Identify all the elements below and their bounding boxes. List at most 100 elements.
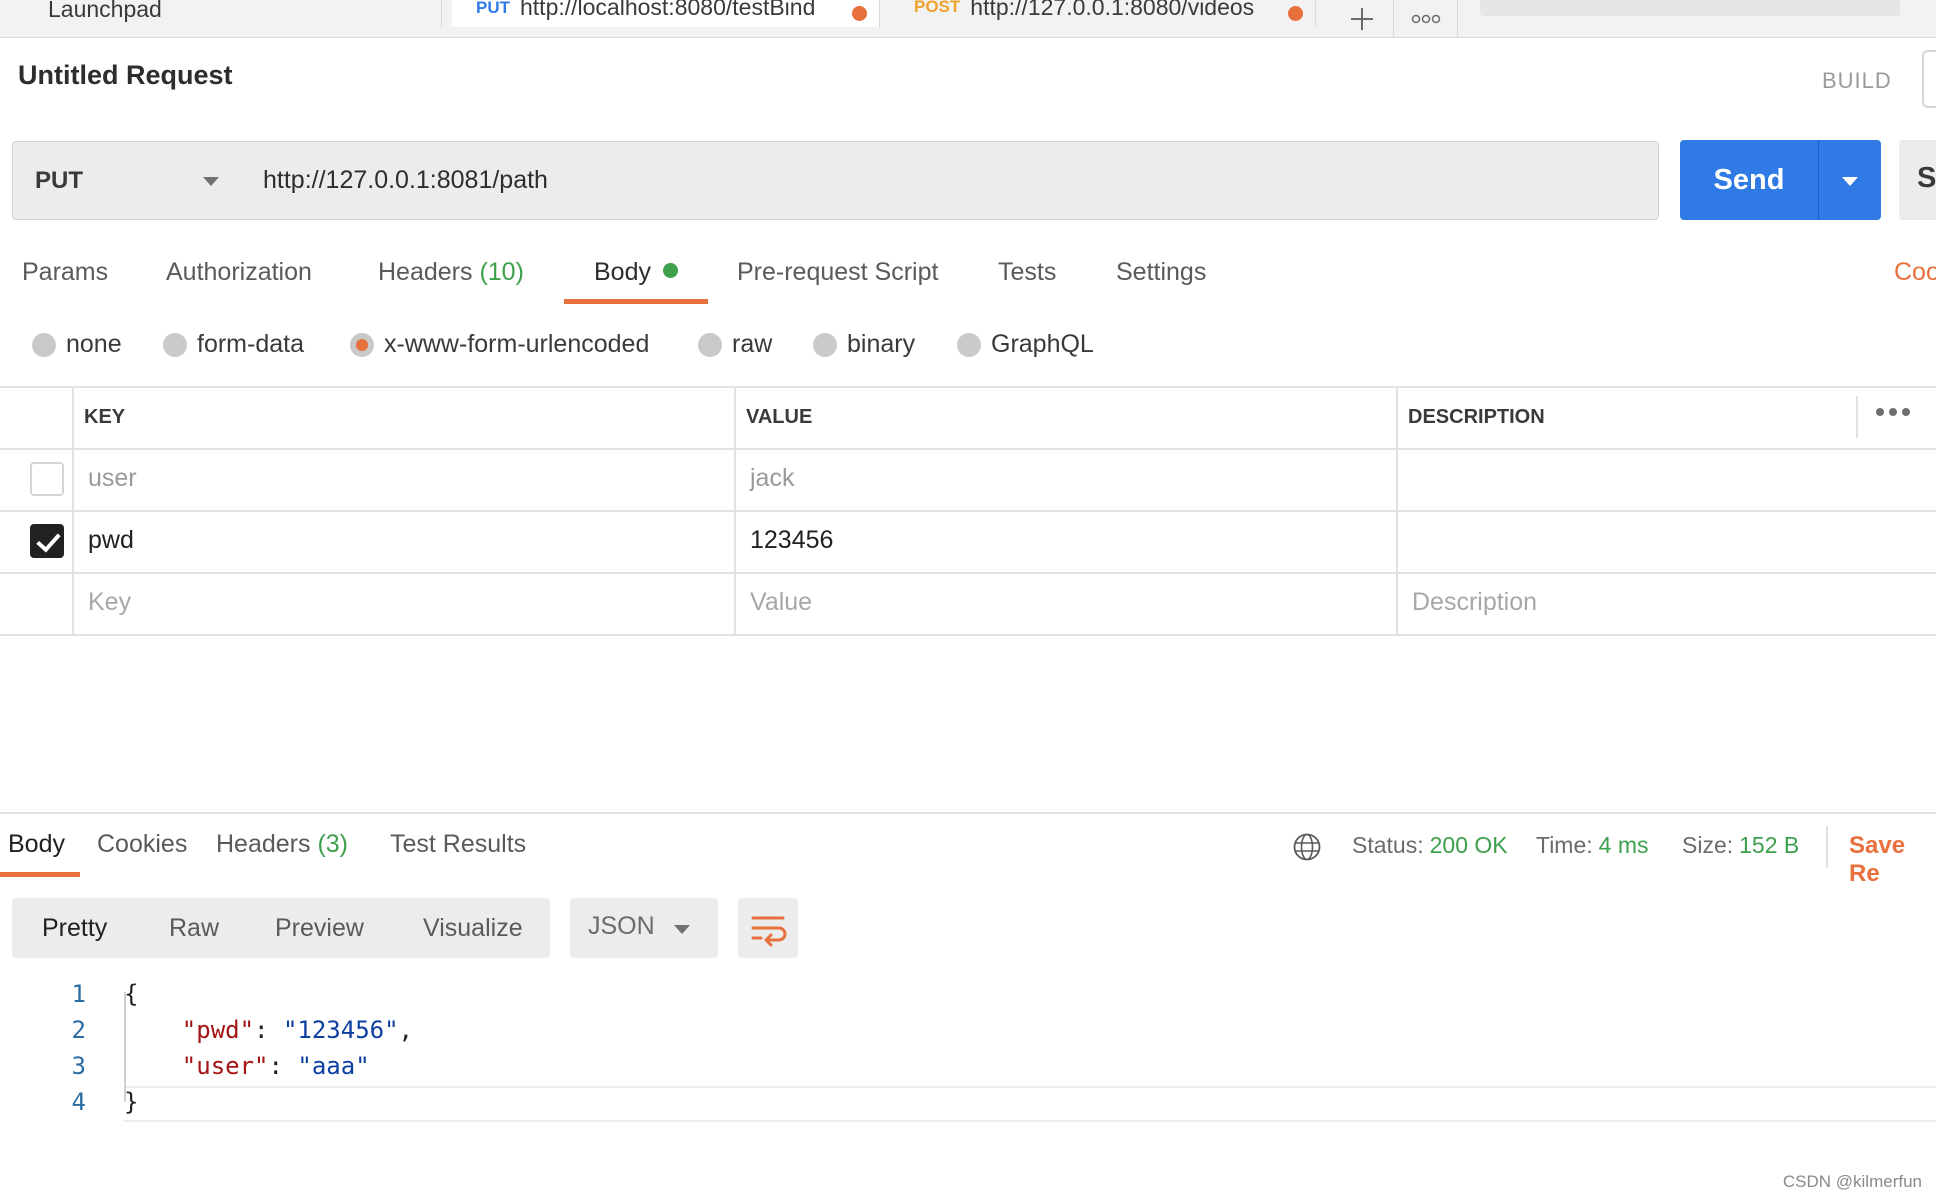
radio-label: binary [847,330,916,358]
tab-pre-request-script[interactable]: Pre-request Script [737,258,938,287]
json-string: "123456" [282,1016,399,1044]
tab-label: Headers [378,258,473,286]
active-tab-indicator [564,299,708,304]
wrap-lines-button[interactable] [738,898,798,958]
tab-label: Launchpad [48,0,162,22]
indent-guide [124,992,126,1102]
value-field[interactable]: 123456 [750,526,833,555]
save-button[interactable]: Sa [1899,140,1936,220]
tab-post-videos[interactable]: POST http://127.0.0.1:8080/videos [886,0,1316,26]
more-icon[interactable] [1876,408,1910,416]
method-select[interactable]: PUT [12,141,244,220]
radio-graphql[interactable]: GraphQL [957,330,1094,359]
divider [734,386,736,636]
tab-headers[interactable]: Headers (10) [378,258,524,287]
radio-form-data[interactable]: form-data [163,330,304,359]
view-mode-switcher: Pretty Raw Preview Visualize [12,898,550,958]
view-raw[interactable]: Raw [169,898,219,958]
value-field[interactable]: jack [750,464,794,493]
radio-selected-icon [350,332,374,357]
status-label: Status: [1352,832,1424,858]
tab-put-testbind[interactable]: PUT http://localhost:8080/testBind [452,0,880,27]
tab-label: Cookies [97,830,188,858]
active-tab-indicator [0,872,80,877]
tab-method: POST [914,0,961,16]
key-placeholder[interactable]: Key [88,588,131,617]
mode-toggle[interactable] [1922,50,1936,108]
column-header-value: VALUE [746,406,813,428]
divider [0,448,1936,450]
brace: } [124,1088,139,1116]
json-key: "pwd" [181,1016,255,1044]
code-line: { [124,980,138,1008]
view-pretty[interactable]: Pretty [42,898,107,958]
view-visualize[interactable]: Visualize [423,898,523,958]
tab-label: Tests [998,258,1057,286]
tab-body[interactable]: Body [594,258,678,287]
tab-tests[interactable]: Tests [998,258,1056,287]
column-header-description: DESCRIPTION [1408,406,1545,428]
cookies-link[interactable]: Coo [1894,258,1936,287]
key-field[interactable]: user [88,464,137,493]
response-tab-cookies[interactable]: Cookies [97,830,187,859]
radio-icon [957,332,981,357]
row-checkbox-checked[interactable] [30,524,64,558]
tab-label: Pre-request Script [737,258,939,286]
size-readout: Size: 152 B [1682,832,1799,859]
build-mode-label[interactable]: BUILD [1822,68,1892,94]
line-number: 4 [71,1088,86,1116]
radio-icon [32,332,56,357]
divider [1818,140,1819,220]
tab-url: http://localhost:8080/testBind [520,0,816,20]
send-button[interactable]: Send [1680,140,1881,220]
tab-launchpad[interactable]: Launchpad [0,0,442,28]
radio-binary[interactable]: binary [813,330,915,359]
radio-x-www-form-urlencoded[interactable]: x-www-form-urlencoded [350,330,649,359]
globe-icon[interactable] [1292,832,1322,862]
radio-label: GraphQL [991,330,1094,358]
method-value: PUT [35,166,83,194]
url-input[interactable]: http://127.0.0.1:8081/path [243,141,1659,220]
format-value: JSON [588,912,655,940]
value-placeholder[interactable]: Value [750,588,812,617]
description-placeholder[interactable]: Description [1412,588,1537,617]
response-tab-headers[interactable]: Headers (3) [216,830,348,859]
new-tab-button[interactable] [1330,0,1394,38]
radio-label: form-data [197,330,304,358]
chevron-down-icon [674,925,690,934]
chevron-down-icon[interactable] [1842,177,1858,186]
radio-raw[interactable]: raw [698,330,772,359]
brace: { [124,980,139,1008]
tab-label: Params [22,258,109,286]
divider [0,634,1936,636]
line-number: 3 [71,1052,86,1080]
unsaved-dot-icon [1288,6,1303,21]
response-tab-body[interactable]: Body [8,830,65,859]
tab-label: Headers [216,830,311,858]
column-header-key: KEY [84,406,126,428]
radio-label: none [66,330,122,358]
radio-label: x-www-form-urlencoded [384,330,650,358]
time-label: Time: [1536,832,1593,858]
environment-selector[interactable] [1480,0,1900,16]
tab-authorization[interactable]: Authorization [166,258,312,287]
tab-params[interactable]: Params [22,258,108,287]
tab-options-button[interactable] [1394,0,1458,38]
row-checkbox[interactable] [30,462,64,496]
tab-settings[interactable]: Settings [1116,258,1206,287]
time-readout: Time: 4 ms [1536,832,1649,859]
key-field[interactable]: pwd [88,526,134,555]
size-label: Size: [1682,832,1734,858]
request-title[interactable]: Untitled Request [18,60,233,91]
divider [0,510,1936,512]
radio-none[interactable]: none [32,330,122,359]
format-select[interactable]: JSON [570,898,718,958]
tab-strip: Launchpad PUT http://localhost:8080/test… [0,0,1936,38]
radio-label: raw [732,330,773,358]
save-response-button[interactable]: Save Re [1849,832,1936,888]
response-tab-test-results[interactable]: Test Results [390,830,526,859]
tab-count: (10) [479,258,524,286]
pane-divider[interactable] [0,812,1936,814]
line-number: 1 [71,980,86,1008]
view-preview[interactable]: Preview [275,898,364,958]
